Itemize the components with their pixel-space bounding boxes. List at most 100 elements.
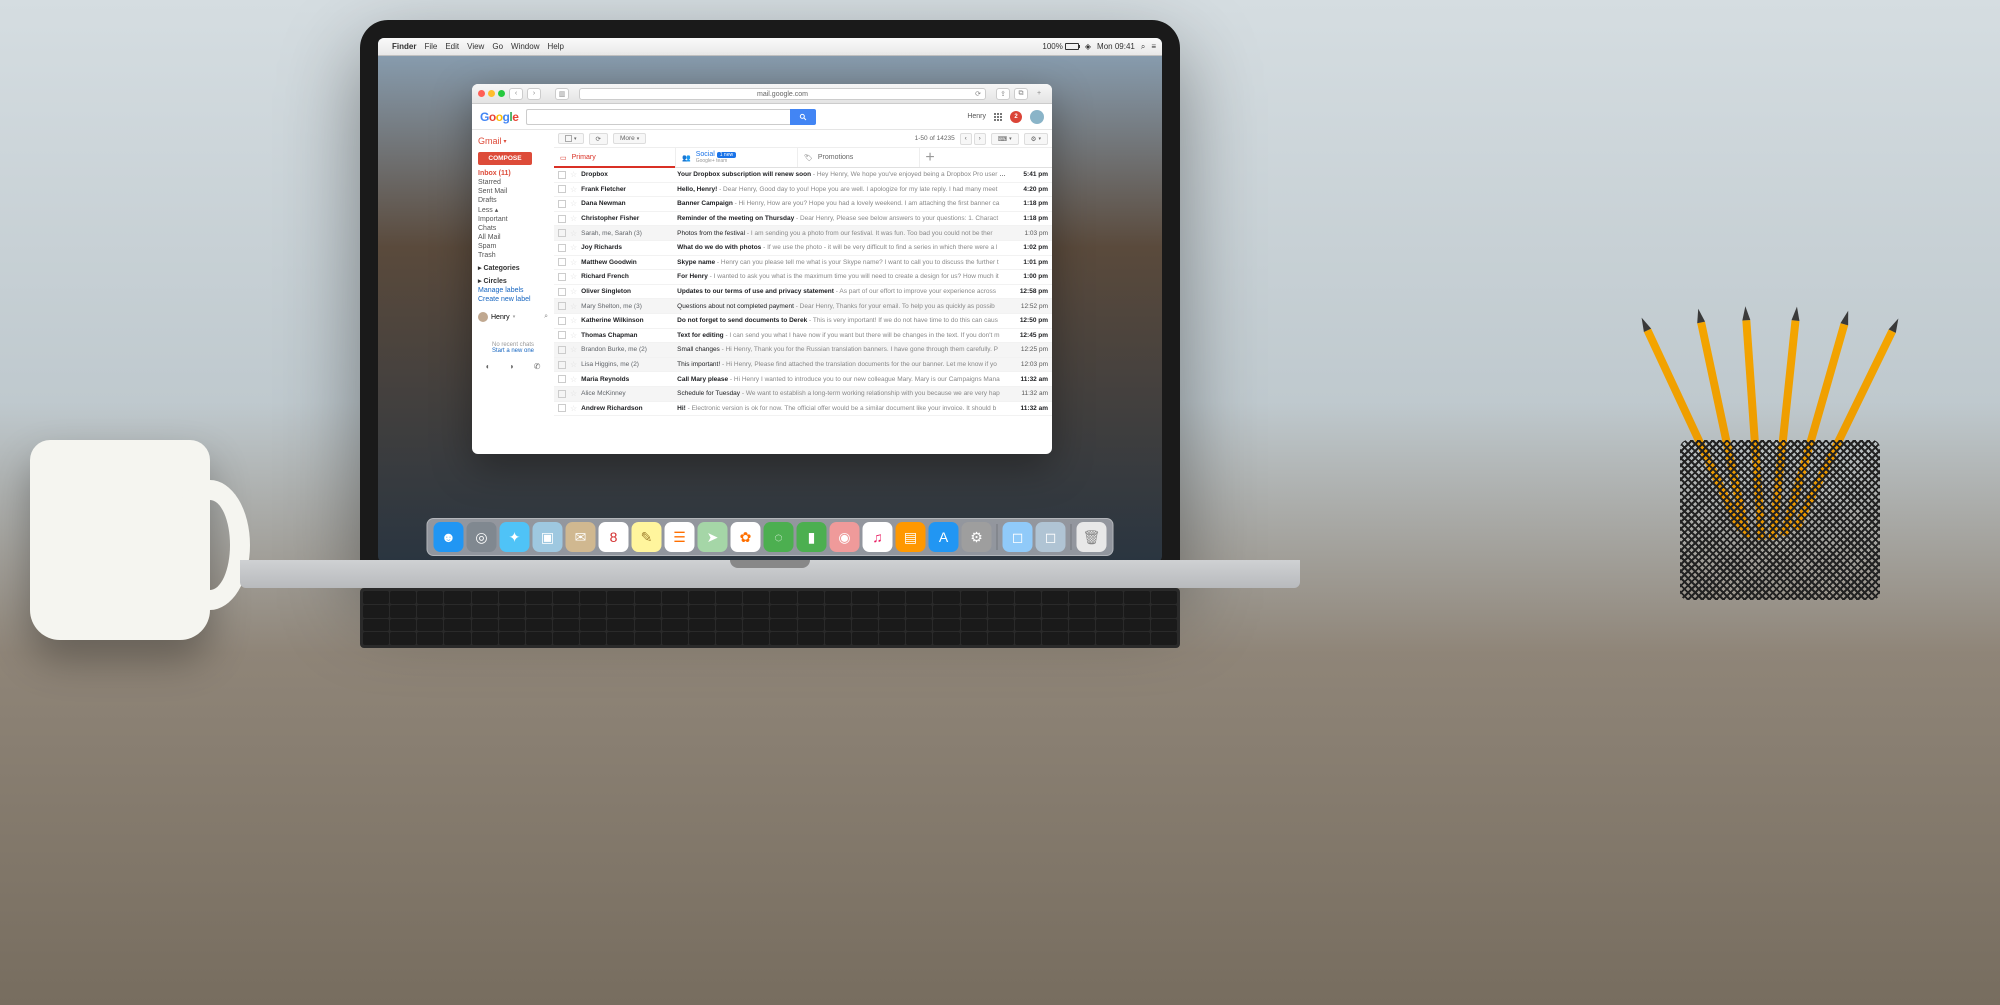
refresh-button[interactable]: ⟳ [589, 133, 608, 145]
sidebar-item[interactable]: Inbox (11) [476, 169, 550, 178]
dock-app1-icon[interactable]: ◻ [1003, 522, 1033, 552]
star-icon[interactable]: ☆ [570, 360, 577, 369]
compose-button[interactable]: COMPOSE [478, 152, 532, 165]
google-apps-icon[interactable] [994, 113, 1002, 121]
start-chat-link[interactable]: Start a new one [476, 348, 550, 354]
input-tools-button[interactable]: ⌨ ▾ [991, 133, 1019, 145]
email-row[interactable]: ☆Katherine WilkinsonDo not forget to sen… [554, 314, 1052, 329]
gmail-brand[interactable]: Gmail▾ [476, 134, 550, 150]
email-row[interactable]: ☆Oliver SingletonUpdates to our terms of… [554, 285, 1052, 300]
email-row[interactable]: ☆Alice McKinneySchedule for Tuesday - We… [554, 387, 1052, 402]
google-logo[interactable]: Google [480, 110, 518, 124]
dock-reminders-icon[interactable]: ☰ [665, 522, 695, 552]
dock-finder-icon[interactable]: ☻ [434, 522, 464, 552]
star-icon[interactable]: ☆ [570, 331, 577, 340]
menubar-help[interactable]: Help [547, 42, 563, 51]
tab-promotions[interactable]: 🏷 Promotions [798, 148, 920, 167]
star-icon[interactable]: ☆ [570, 170, 577, 179]
dock-app2-icon[interactable]: ◻ [1036, 522, 1066, 552]
wifi-icon[interactable]: ◈ [1085, 42, 1091, 51]
sidebar-item[interactable]: ▸ Circles [476, 276, 550, 286]
sidebar-item[interactable]: ▸ Categories [476, 263, 550, 273]
email-row[interactable]: ☆Andrew RichardsonHi! - Electronic versi… [554, 402, 1052, 417]
email-checkbox[interactable] [558, 288, 566, 296]
sidebar-item[interactable]: Create new label [476, 295, 550, 304]
dock-calendar-icon[interactable]: 8 [599, 522, 629, 552]
email-checkbox[interactable] [558, 346, 566, 354]
email-checkbox[interactable] [558, 171, 566, 179]
email-checkbox[interactable] [558, 317, 566, 325]
star-icon[interactable]: ☆ [570, 199, 577, 208]
email-checkbox[interactable] [558, 258, 566, 266]
star-icon[interactable]: ☆ [570, 404, 577, 413]
dock-messages-icon[interactable]: ◌ [764, 522, 794, 552]
sidebar-item[interactable]: Drafts [476, 196, 550, 205]
email-row[interactable]: ☆Mary Shelton, me (3)Questions about not… [554, 299, 1052, 314]
menubar-edit[interactable]: Edit [445, 42, 459, 51]
email-row[interactable]: ☆Thomas ChapmanText for editing - I can … [554, 329, 1052, 344]
email-row[interactable]: ☆Richard FrenchFor Henry - I wanted to a… [554, 270, 1052, 285]
settings-button[interactable]: ⚙ ▾ [1024, 133, 1048, 145]
sidebar-item[interactable]: Manage labels [476, 286, 550, 295]
dock-appstore-icon[interactable]: A [929, 522, 959, 552]
dock-photobooth-icon[interactable]: ◉ [830, 522, 860, 552]
email-checkbox[interactable] [558, 229, 566, 237]
hangouts-chat-icon[interactable]: ◗ [510, 362, 515, 371]
menubar-file[interactable]: File [424, 42, 437, 51]
dock-maps-icon[interactable]: ➤ [698, 522, 728, 552]
dock-mail-icon[interactable]: ✉ [566, 522, 596, 552]
dock-settings-icon[interactable]: ⚙ [962, 522, 992, 552]
email-row[interactable]: ☆Sarah, me, Sarah (3)Photos from the fes… [554, 226, 1052, 241]
sidebar-item[interactable]: Spam [476, 242, 550, 251]
tabs-button[interactable]: ⧉ [1014, 88, 1028, 100]
star-icon[interactable]: ☆ [570, 287, 577, 296]
star-icon[interactable]: ☆ [570, 185, 577, 194]
dock-photos-icon[interactable]: ✿ [731, 522, 761, 552]
menubar-view[interactable]: View [467, 42, 484, 51]
email-row[interactable]: ☆Frank FletcherHello, Henry! - Dear Henr… [554, 183, 1052, 198]
dock-preview-icon[interactable]: ▣ [533, 522, 563, 552]
menubar-go[interactable]: Go [492, 42, 503, 51]
star-icon[interactable]: ☆ [570, 375, 577, 384]
search-input[interactable] [526, 109, 790, 125]
email-checkbox[interactable] [558, 390, 566, 398]
email-row[interactable]: ☆Christopher FisherReminder of the meeti… [554, 212, 1052, 227]
next-page-button[interactable]: › [974, 133, 986, 145]
battery-indicator[interactable]: 100% [1042, 42, 1078, 51]
sidebar-item[interactable]: Starred [476, 178, 550, 187]
star-icon[interactable]: ☆ [570, 243, 577, 252]
search-button[interactable] [790, 109, 816, 125]
email-checkbox[interactable] [558, 404, 566, 412]
dock-notes-icon[interactable]: ✎ [632, 522, 662, 552]
email-checkbox[interactable] [558, 215, 566, 223]
hangouts-contacts-icon[interactable]: ◐ [486, 362, 491, 371]
email-checkbox[interactable] [558, 361, 566, 369]
sidebar-item[interactable]: Trash [476, 251, 550, 260]
window-close-button[interactable] [478, 90, 485, 97]
email-checkbox[interactable] [558, 244, 566, 252]
window-maximize-button[interactable] [498, 90, 505, 97]
user-name[interactable]: Henry [967, 113, 986, 120]
sidebar-toggle-button[interactable]: ▥ [555, 88, 569, 100]
notifications-badge[interactable]: 2 [1010, 111, 1022, 123]
email-checkbox[interactable] [558, 185, 566, 193]
hangouts-call-icon[interactable]: ✆ [534, 362, 541, 371]
menubar-app[interactable]: Finder [392, 42, 416, 51]
email-row[interactable]: ☆Joy RichardsWhat do we do with photos -… [554, 241, 1052, 256]
new-tab-button[interactable]: + [1032, 88, 1046, 100]
star-icon[interactable]: ☆ [570, 389, 577, 398]
email-checkbox[interactable] [558, 273, 566, 281]
email-checkbox[interactable] [558, 331, 566, 339]
clock[interactable]: Mon 09:41 [1097, 42, 1135, 51]
dock-itunes-icon[interactable]: ♫ [863, 522, 893, 552]
sidebar-item[interactable]: Chats [476, 224, 550, 233]
email-checkbox[interactable] [558, 375, 566, 383]
sidebar-item[interactable]: All Mail [476, 233, 550, 242]
forward-button[interactable]: › [527, 88, 541, 100]
star-icon[interactable]: ☆ [570, 345, 577, 354]
spotlight-icon[interactable]: ⌕ [1141, 42, 1145, 52]
more-button[interactable]: More ▾ [613, 133, 646, 144]
add-tab-button[interactable]: + [920, 148, 940, 167]
reload-icon[interactable]: ⟳ [975, 89, 981, 101]
dock-launchpad-icon[interactable]: ◎ [467, 522, 497, 552]
